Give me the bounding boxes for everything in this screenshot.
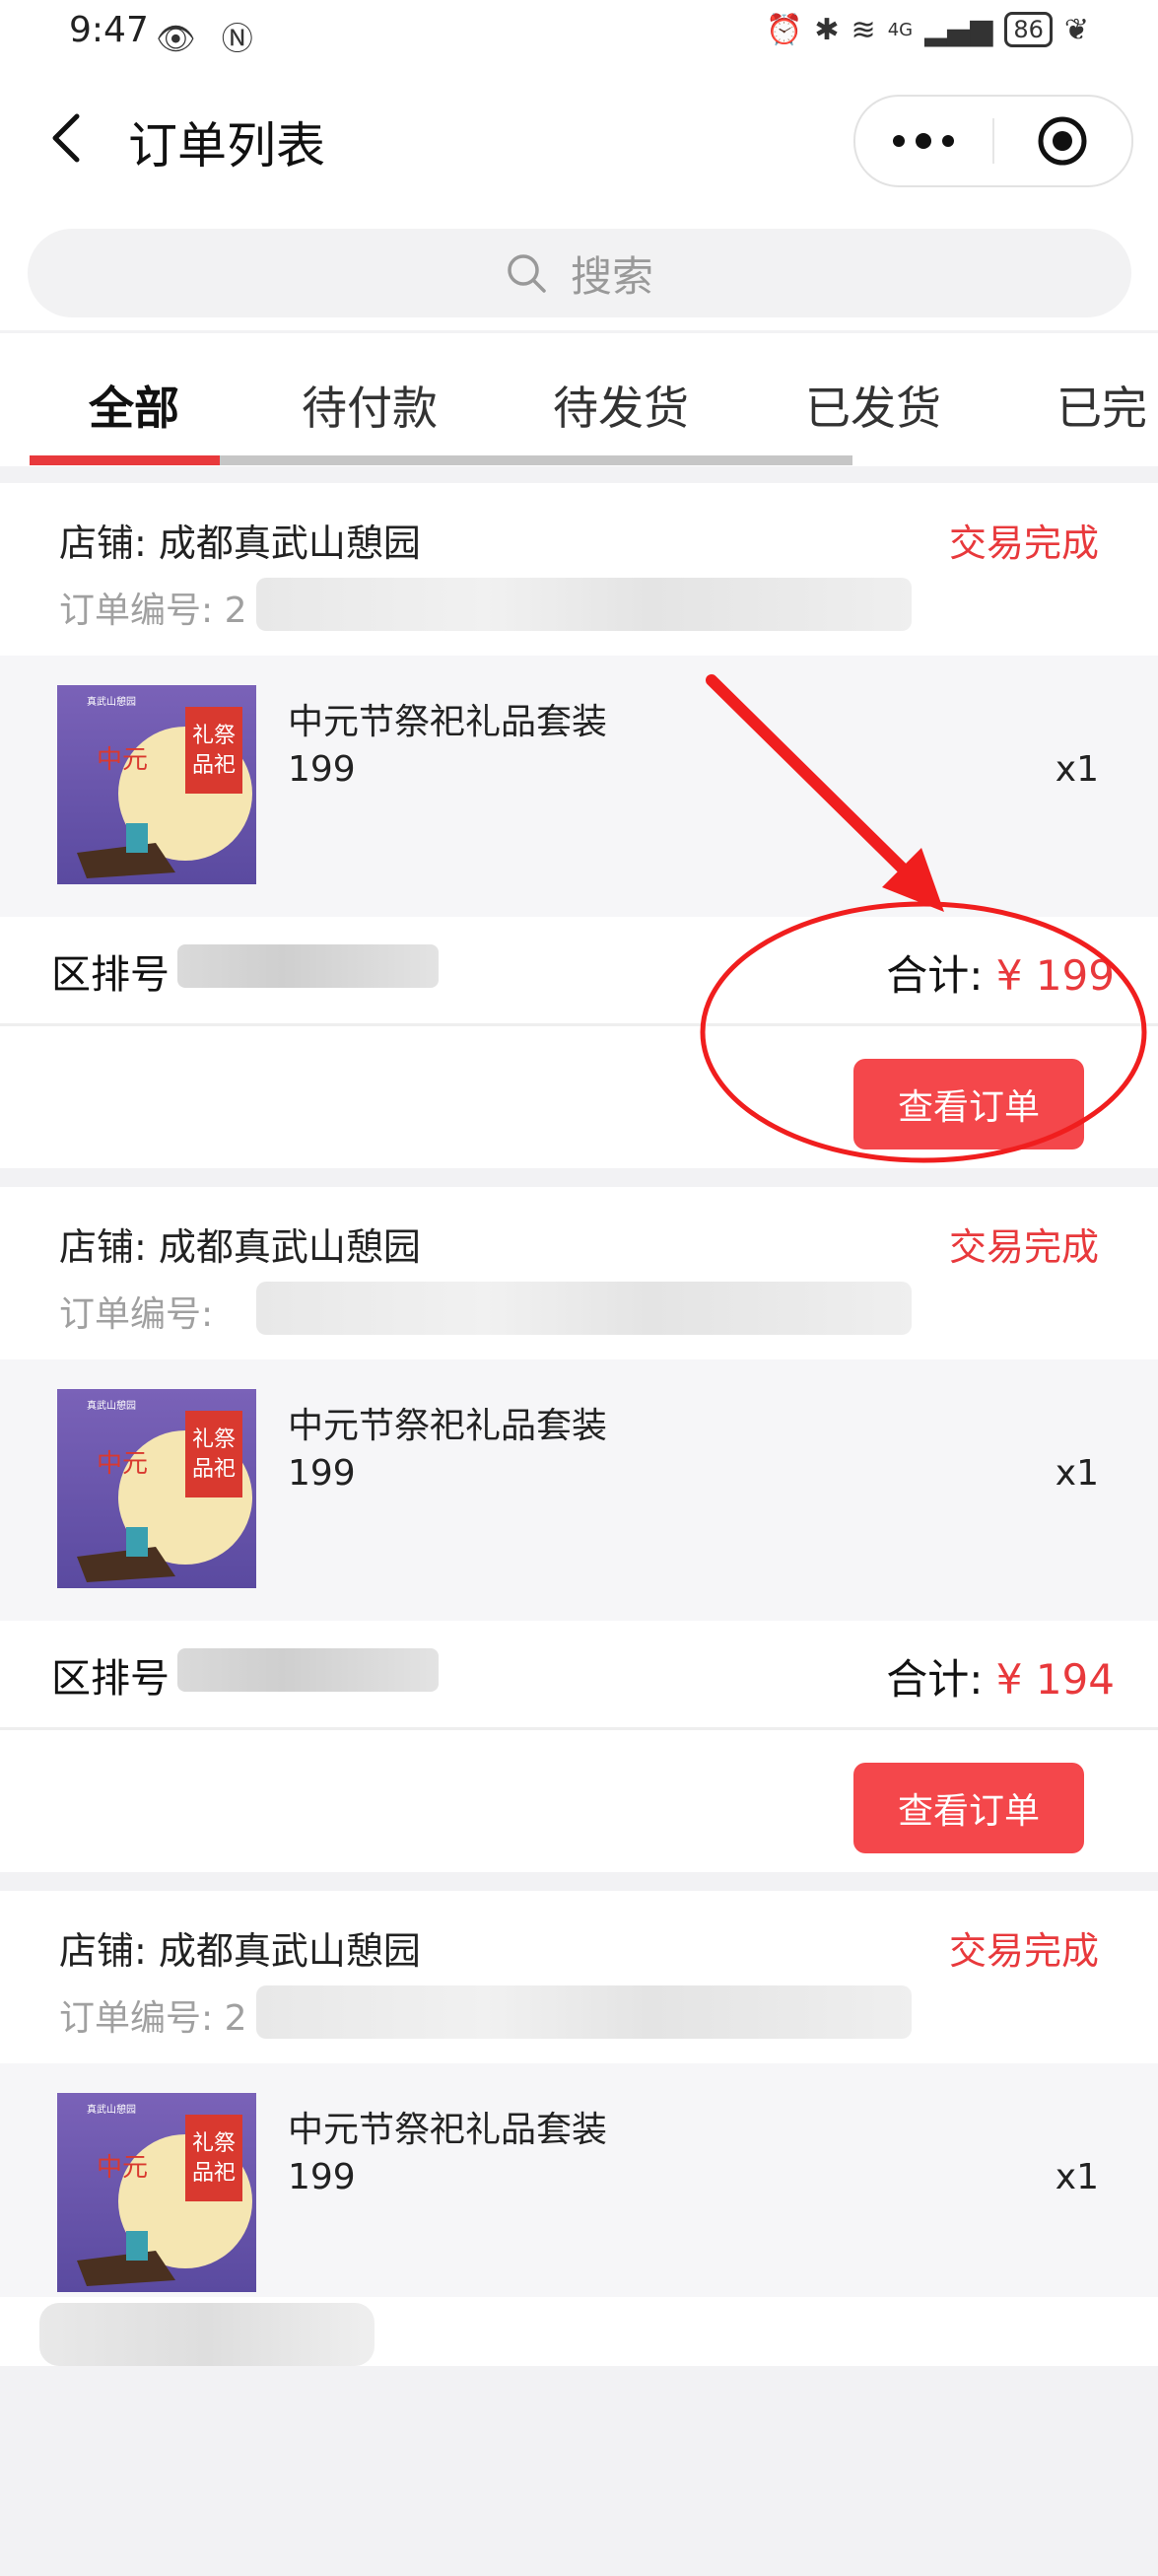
tab-all[interactable]: 全部 — [89, 373, 179, 438]
order-action-row: 查看订单 — [0, 1026, 1158, 1168]
area-number-label: 区排号 — [51, 1656, 170, 1702]
svg-text:品祀: 品祀 — [192, 1457, 236, 1482]
order-status: 交易完成 — [948, 1929, 1099, 1973]
more-dots-icon — [893, 133, 954, 149]
close-miniprogram-button[interactable] — [994, 97, 1130, 185]
product-name: 中元节祭祀礼品套装 — [288, 702, 608, 742]
status-bar: 9:47 👁 Ⓝ ⏰ ✱ ≋ 4G ▂▄▆ 86 ❦ — [0, 0, 1158, 69]
tab-active-indicator — [30, 455, 220, 465]
svg-text:品祀: 品祀 — [192, 753, 236, 778]
product-price: 199 — [288, 2157, 356, 2197]
order-number: 订单编号: — [59, 1294, 214, 1335]
product-price: 199 — [288, 749, 356, 790]
svg-text:中元: 中元 — [97, 745, 148, 775]
search-placeholder: 搜索 — [570, 251, 653, 301]
more-button[interactable] — [855, 97, 991, 185]
svg-text:中元: 中元 — [97, 1449, 148, 1479]
shop-name: 店铺: 成都真武山憩园 — [59, 522, 421, 565]
order-total: 合计: ¥ 199 — [886, 942, 1115, 1003]
search-input[interactable]: 搜索 — [28, 229, 1131, 317]
order-number-redacted — [256, 1985, 912, 2039]
search-icon — [508, 254, 546, 293]
order-number: 订单编号: 2 — [59, 1998, 247, 2039]
area-number-redacted — [177, 1648, 439, 1692]
svg-text:真武山憩园: 真武山憩园 — [87, 695, 136, 708]
product-thumbnail: 礼祭 品祀 真武山憩园 中元 — [57, 1389, 256, 1588]
order-status: 交易完成 — [948, 522, 1099, 565]
battery-icon: 86 — [1004, 12, 1053, 47]
search-container: 搜索 — [0, 217, 1158, 330]
product-thumbnail: 礼祭 品祀 真武山憩园 中元 — [57, 685, 256, 884]
svg-text:礼祭: 礼祭 — [192, 1427, 236, 1452]
bluetooth-icon: ✱ — [814, 12, 840, 47]
order-card: 店铺: 成都真武山憩园 交易完成 订单编号: 2 礼祭 品祀 真武山憩园 中元 — [0, 1891, 1158, 2576]
product-quantity: x1 — [1055, 749, 1099, 790]
order-action-row: 查看订单 — [0, 1730, 1158, 1872]
status-time: 9:47 — [69, 10, 149, 50]
product-quantity: x1 — [1055, 1453, 1099, 1494]
tab-completed[interactable]: 已完 — [1056, 373, 1147, 438]
order-card: 店铺: 成都真武山憩园 交易完成 订单编号: 2 礼祭 品祀 真武山憩园 中元 — [0, 483, 1158, 1168]
shop-name: 店铺: 成都真武山憩园 — [59, 1225, 421, 1269]
view-order-button[interactable]: 查看订单 — [853, 1763, 1084, 1853]
svg-text:礼祭: 礼祭 — [192, 2131, 236, 2156]
svg-text:真武山憩园: 真武山憩园 — [87, 2103, 136, 2116]
page-title: 订单列表 — [128, 117, 325, 174]
order-number: 订单编号: 2 — [59, 591, 247, 631]
total-amount: ¥ 194 — [995, 1655, 1115, 1704]
leaf-icon: ❦ — [1063, 12, 1089, 47]
tab-shipped[interactable]: 已发货 — [805, 373, 941, 438]
svg-text:真武山憩园: 真武山憩园 — [87, 1399, 136, 1412]
order-card: 店铺: 成都真武山憩园 交易完成 订单编号: 礼祭 品祀 真武山憩园 中元 中元… — [0, 1187, 1158, 1872]
order-item[interactable]: 礼祭 品祀 真武山憩园 中元 中元节祭祀礼品套装 199 x1 — [0, 1359, 1158, 1621]
order-item[interactable]: 礼祭 品祀 真武山憩园 中元 中元节祭祀礼品套装 199 x1 — [0, 656, 1158, 917]
miniprogram-capsule — [853, 95, 1133, 187]
back-button[interactable] — [39, 108, 99, 168]
tab-pending-payment[interactable]: 待付款 — [302, 373, 438, 438]
total-amount: ¥ 199 — [995, 951, 1115, 1000]
svg-text:中元: 中元 — [97, 2153, 148, 2183]
product-quantity: x1 — [1055, 2157, 1099, 2197]
area-number-label: 区排号 — [51, 952, 170, 998]
order-item[interactable]: 礼祭 品祀 真武山憩园 中元 中元节祭祀礼品套装 199 x1 — [0, 2063, 1158, 2325]
svg-text:品祀: 品祀 — [192, 2161, 236, 2186]
order-summary-row: 区排号 合计: ¥ 194 — [0, 1621, 1158, 1730]
total-label: 合计: — [886, 1655, 984, 1704]
system-icons: ⏰ ✱ ≋ 4G ▂▄▆ 86 ❦ — [766, 12, 1089, 47]
order-status-tabs: 全部 待付款 待发货 已发货 已完 — [0, 333, 1158, 466]
product-price: 199 — [288, 1453, 356, 1494]
alarm-icon: ⏰ — [766, 12, 803, 47]
order-total: 合计: ¥ 194 — [886, 1646, 1115, 1706]
shop-name: 店铺: 成都真武山憩园 — [59, 1929, 421, 1973]
order-status: 交易完成 — [948, 1225, 1099, 1269]
order-number-redacted — [256, 578, 912, 631]
svg-text:礼祭: 礼祭 — [192, 724, 236, 748]
product-name: 中元节祭祀礼品套装 — [288, 1406, 608, 1446]
product-name: 中元节祭祀礼品套装 — [288, 2110, 608, 2150]
area-number-redacted — [177, 944, 439, 988]
redacted-area-bottom — [39, 2303, 375, 2366]
product-thumbnail: 礼祭 品祀 真武山憩园 中元 — [57, 2093, 256, 2292]
order-header: 店铺: 成都真武山憩园 交易完成 订单编号: — [0, 1187, 1158, 1359]
signal-icon: ▂▄▆ — [924, 12, 993, 47]
order-header: 店铺: 成都真武山憩园 交易完成 订单编号: 2 — [0, 1891, 1158, 2063]
nav-bar: 订单列表 — [0, 69, 1158, 217]
wifi-icon: ≋ — [851, 12, 876, 47]
view-order-button[interactable]: 查看订单 — [853, 1059, 1084, 1149]
order-summary-row: 区排号 合计: ¥ 199 — [0, 917, 1158, 1026]
tab-pending-shipment[interactable]: 待发货 — [553, 373, 689, 438]
target-close-icon — [1038, 116, 1087, 166]
network-label: 4G — [887, 19, 914, 40]
order-header: 店铺: 成都真武山憩园 交易完成 订单编号: 2 — [0, 483, 1158, 656]
chevron-left-icon — [52, 113, 80, 163]
notification-icons: 👁 Ⓝ — [156, 20, 261, 57]
order-number-redacted — [256, 1282, 912, 1335]
total-label: 合计: — [886, 951, 984, 1000]
